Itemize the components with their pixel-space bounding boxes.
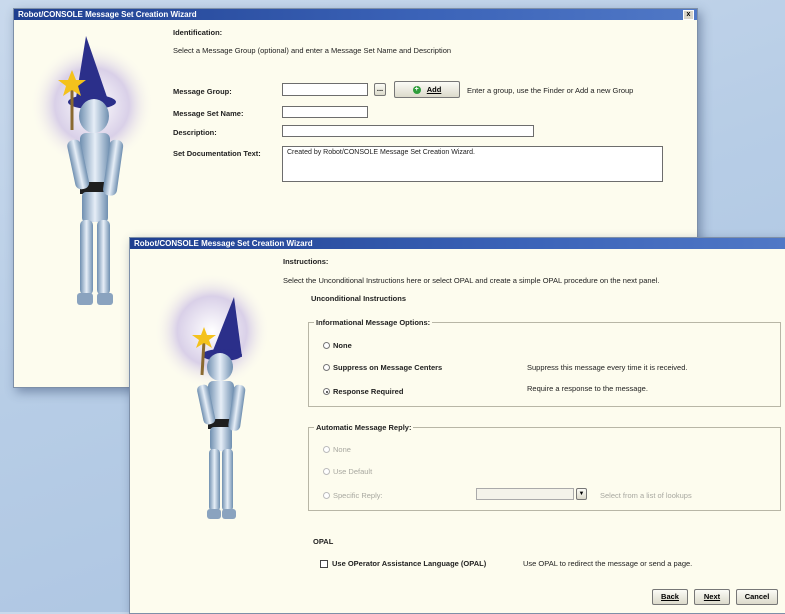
radio-specific-reply: [323, 492, 330, 499]
radio-auto-none: [323, 446, 330, 453]
radio-response-required[interactable]: [323, 388, 330, 395]
dropdown-arrow-icon: ▼: [576, 488, 587, 500]
unconditional-instructions-label: Unconditional Instructions: [311, 294, 406, 303]
radio-specific-reply-label: Specific Reply:: [333, 491, 383, 500]
radio-response-label: Response Required: [333, 387, 404, 396]
description-input[interactable]: [282, 125, 534, 137]
documentation-text-label: Set Documentation Text:: [173, 149, 261, 158]
lookup-hint: Select from a list of lookups: [600, 491, 692, 500]
wizard-window-instructions: Robot/CONSOLE Message Set Creation Wizar…: [129, 237, 785, 614]
message-group-label: Message Group:: [173, 87, 232, 96]
opal-description: Use OPAL to redirect the message or send…: [523, 559, 693, 568]
add-group-button[interactable]: + Add: [394, 81, 460, 98]
specific-reply-input: [476, 488, 574, 500]
message-set-name-label: Message Set Name:: [173, 109, 244, 118]
radio-auto-none-label: None: [333, 445, 351, 454]
window-title-2: Robot/CONSOLE Message Set Creation Wizar…: [134, 239, 313, 248]
window-titlebar: Robot/CONSOLE Message Set Creation Wizar…: [14, 9, 697, 20]
suppress-description: Suppress this message every time it is r…: [527, 363, 688, 372]
window-titlebar-2: Robot/CONSOLE Message Set Creation Wizar…: [130, 238, 785, 249]
message-group-hint: Enter a group, use the Finder or Add a n…: [467, 86, 634, 95]
informational-options-label: Informational Message Options:: [314, 318, 433, 327]
response-description: Require a response to the message.: [527, 384, 648, 393]
section-subtitle: Select a Message Group (optional) and en…: [173, 46, 452, 55]
section-subtitle-2: Select the Unconditional Instructions he…: [283, 276, 660, 285]
close-icon[interactable]: x: [683, 10, 694, 20]
add-icon: +: [412, 86, 421, 95]
radio-suppress[interactable]: [323, 364, 330, 371]
section-heading: Identification:: [173, 28, 223, 37]
next-button[interactable]: Next: [694, 589, 730, 605]
window-title: Robot/CONSOLE Message Set Creation Wizar…: [18, 10, 197, 19]
message-group-input[interactable]: [282, 83, 368, 96]
radio-none[interactable]: [323, 342, 330, 349]
opal-checkbox[interactable]: [320, 560, 328, 568]
add-button-label: Add: [426, 85, 442, 94]
section-heading-2: Instructions:: [283, 257, 329, 266]
documentation-text-area[interactable]: Created by Robot/CONSOLE Message Set Cre…: [282, 146, 663, 182]
wizard-robot-illustration: [154, 273, 270, 519]
description-label: Description:: [173, 128, 217, 137]
opal-checkbox-label: Use OPerator Assistance Language (OPAL): [332, 559, 487, 568]
radio-none-label: None: [333, 341, 352, 350]
radio-use-default-label: Use Default: [333, 467, 373, 476]
cancel-button[interactable]: Cancel: [736, 589, 778, 605]
back-button[interactable]: Back: [652, 589, 688, 605]
auto-reply-label: Automatic Message Reply:: [314, 423, 414, 432]
radio-use-default: [323, 468, 330, 475]
opal-section-label: OPAL: [313, 537, 334, 546]
message-set-name-input[interactable]: [282, 106, 368, 118]
radio-suppress-label: Suppress on Message Centers: [333, 363, 443, 372]
finder-icon[interactable]: ...: [374, 83, 386, 96]
